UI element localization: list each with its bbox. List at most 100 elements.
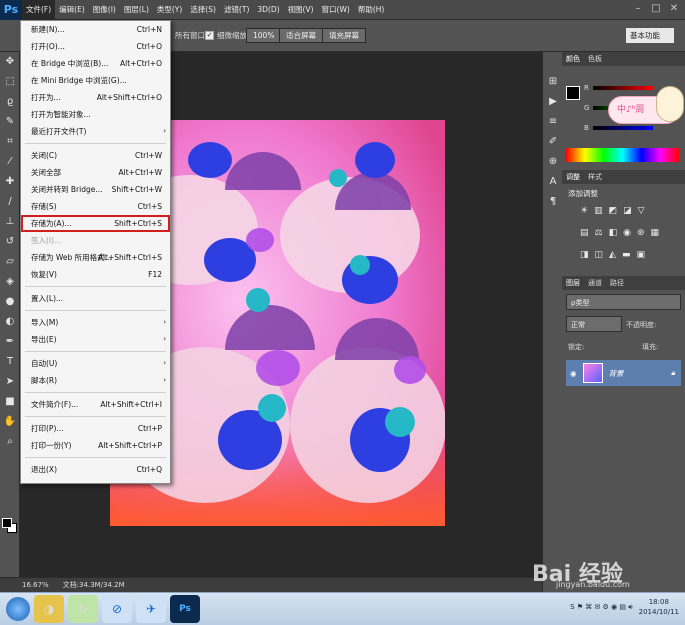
color-spectrum[interactable] <box>566 148 679 162</box>
restore-icon[interactable]: □ <box>649 2 663 16</box>
menu-item-browse-bridge[interactable]: 在 Bridge 中浏览(B)... Alt+Ctrl+O <box>21 55 170 72</box>
color-panel-foreground[interactable] <box>566 86 580 100</box>
actions-panel-icon[interactable]: ▶ <box>543 92 563 112</box>
menu-view[interactable]: 视图(V) <box>284 0 318 20</box>
menu-item-automate[interactable]: 自动(U) › <box>21 355 170 372</box>
zoom-100-button[interactable]: 100% <box>246 28 282 43</box>
pen-tool-icon[interactable]: ✒ <box>0 332 20 352</box>
channel-r-slider[interactable] <box>592 86 653 90</box>
app-taskbar-icon-1[interactable]: ◑ <box>34 595 64 623</box>
eraser-tool-icon[interactable]: ▱ <box>0 252 20 272</box>
zoom-level[interactable]: 16.67% <box>22 581 49 589</box>
tab-color[interactable]: 颜色 <box>566 54 580 64</box>
menu-file[interactable]: 文件(F) <box>22 0 56 20</box>
visibility-eye-icon[interactable]: ◉ <box>570 369 577 378</box>
tab-channels[interactable]: 通道 <box>588 278 602 288</box>
posterize-icon[interactable]: ◫ <box>595 250 604 260</box>
fit-screen-button[interactable]: 适合屏幕 <box>279 28 323 43</box>
clone-source-icon[interactable]: ⊕ <box>543 152 563 172</box>
menu-item-browse-mini-bridge[interactable]: 在 Mini Bridge 中浏览(G)... <box>21 72 170 89</box>
exposure-icon[interactable]: ◪ <box>623 206 632 216</box>
menu-item-new[interactable]: 新建(N)... Ctrl+N <box>21 21 170 38</box>
paragraph-panel-icon[interactable]: ¶ <box>543 192 563 212</box>
history-brush-tool-icon[interactable]: ↺ <box>0 232 20 252</box>
clock[interactable]: 18:08 2014/10/11 <box>639 597 679 617</box>
blur-tool-icon[interactable]: ● <box>0 292 20 312</box>
path-select-tool-icon[interactable]: ➤ <box>0 372 20 392</box>
menu-filter[interactable]: 滤镜(T) <box>220 0 253 20</box>
tab-layers[interactable]: 图层 <box>566 278 580 288</box>
menu-item-save[interactable]: 存储(S) Ctrl+S <box>21 198 170 215</box>
invert-icon[interactable]: ◨ <box>580 250 589 260</box>
menu-item-revert[interactable]: 恢复(V) F12 <box>21 266 170 283</box>
menu-item-save-as[interactable]: 存储为(A)... Shift+Ctrl+S <box>21 215 170 232</box>
bw-icon[interactable]: ◧ <box>609 228 618 238</box>
character-panel-icon[interactable]: A <box>543 172 563 192</box>
brush-tool-icon[interactable]: / <box>0 192 20 212</box>
workspace-select[interactable]: 基本功能 <box>626 28 674 43</box>
menu-edit[interactable]: 编辑(E) <box>55 0 89 20</box>
menu-item-open-smart-object[interactable]: 打开为智能对象... <box>21 106 170 123</box>
lasso-tool-icon[interactable]: ϱ <box>0 92 20 112</box>
menu-item-place[interactable]: 置入(L)... <box>21 290 170 307</box>
photoshop-taskbar-icon[interactable]: Ps <box>170 595 200 623</box>
threshold-icon[interactable]: ◭ <box>609 250 616 260</box>
menu-item-scripts[interactable]: 脚本(R) › <box>21 372 170 389</box>
photo-filter-icon[interactable]: ◉ <box>623 228 631 238</box>
channel-b-slider[interactable] <box>592 126 653 130</box>
paint-bucket-tool-icon[interactable]: ◈ <box>0 272 20 292</box>
menu-item-file-info[interactable]: 文件简介(F)... Alt+Shift+Ctrl+I <box>21 396 170 413</box>
start-button-icon[interactable] <box>6 597 30 621</box>
dodge-tool-icon[interactable]: ◐ <box>0 312 20 332</box>
menu-item-export[interactable]: 导出(E) › <box>21 331 170 348</box>
menu-item-close[interactable]: 关闭(C) Ctrl+W <box>21 147 170 164</box>
tab-swatches[interactable]: 色板 <box>588 54 602 64</box>
shape-tool-icon[interactable]: ■ <box>0 392 20 412</box>
menu-image[interactable]: 图像(I) <box>89 0 120 20</box>
fill-screen-button[interactable]: 填充屏幕 <box>322 28 366 43</box>
properties-panel-icon[interactable]: ≡ <box>543 112 563 132</box>
tray-icons[interactable]: S ⚑ ⌘ ✉ ⚙ ◉ ▤ 🔊︎ <box>570 603 633 612</box>
menu-item-print[interactable]: 打印(P)... Ctrl+P <box>21 420 170 437</box>
color-balance-icon[interactable]: ⚖ <box>595 228 603 238</box>
blend-mode-select[interactable]: 正常 <box>566 316 622 332</box>
menu-item-close-all[interactable]: 关闭全部 Alt+Ctrl+W <box>21 164 170 181</box>
marquee-tool-icon[interactable]: ⬚ <box>0 72 20 92</box>
history-panel-icon[interactable]: ⊞ <box>543 72 563 92</box>
minimize-icon[interactable]: – <box>631 2 645 16</box>
crop-tool-icon[interactable]: ⌗ <box>0 132 20 152</box>
tab-paths[interactable]: 路径 <box>610 278 624 288</box>
curves-icon[interactable]: ◩ <box>609 206 618 216</box>
tab-adjustments[interactable]: 调整 <box>566 172 580 182</box>
all-windows-checkbox[interactable]: 所有窗口 <box>175 30 205 41</box>
tab-styles[interactable]: 样式 <box>588 172 602 182</box>
menu-item-exit[interactable]: 退出(X) Ctrl+Q <box>21 461 170 478</box>
selective-color-icon[interactable]: ▣ <box>636 250 645 260</box>
menu-item-close-go-bridge[interactable]: 关闭并转到 Bridge... Shift+Ctrl+W <box>21 181 170 198</box>
menu-item-open[interactable]: 打开(O)... Ctrl+O <box>21 38 170 55</box>
move-tool-icon[interactable]: ✥ <box>0 52 20 72</box>
menu-layer[interactable]: 图层(L) <box>120 0 153 20</box>
type-tool-icon[interactable]: T <box>0 352 20 372</box>
app-taskbar-icon-4[interactable]: ✈ <box>136 595 166 623</box>
layer-row-background[interactable]: ◉ 背景 🔒︎ <box>566 360 681 386</box>
menu-item-recent-files[interactable]: 最近打开文件(T) › <box>21 123 170 140</box>
brightness-icon[interactable]: ☀ <box>580 206 588 216</box>
app-taskbar-icon-2[interactable]: ↻ <box>68 595 98 623</box>
foreground-color-swatch[interactable] <box>2 518 12 528</box>
healing-tool-icon[interactable]: ✚ <box>0 172 20 192</box>
close-icon[interactable]: ✕ <box>667 2 681 16</box>
clone-stamp-tool-icon[interactable]: ⊥ <box>0 212 20 232</box>
menu-type[interactable]: 类型(Y) <box>153 0 186 20</box>
menu-item-print-one-copy[interactable]: 打印一份(Y) Alt+Shift+Ctrl+P <box>21 437 170 454</box>
menu-help[interactable]: 帮助(H) <box>354 0 389 20</box>
app-taskbar-icon-3[interactable]: ⊘ <box>102 595 132 623</box>
vibrance-icon[interactable]: ▽ <box>638 206 645 216</box>
menu-3d[interactable]: 3D(D) <box>253 0 283 20</box>
menu-item-import[interactable]: 导入(M) › <box>21 314 170 331</box>
menu-select[interactable]: 选择(S) <box>186 0 220 20</box>
hand-tool-icon[interactable]: ✋ <box>0 412 20 432</box>
menu-item-save-for-web[interactable]: 存储为 Web 所用格式... Alt+Shift+Ctrl+S <box>21 249 170 266</box>
channel-mixer-icon[interactable]: ⊛ <box>637 228 645 238</box>
scrubby-zoom-checkbox[interactable]: ✓ 细微缩放 <box>205 30 247 41</box>
